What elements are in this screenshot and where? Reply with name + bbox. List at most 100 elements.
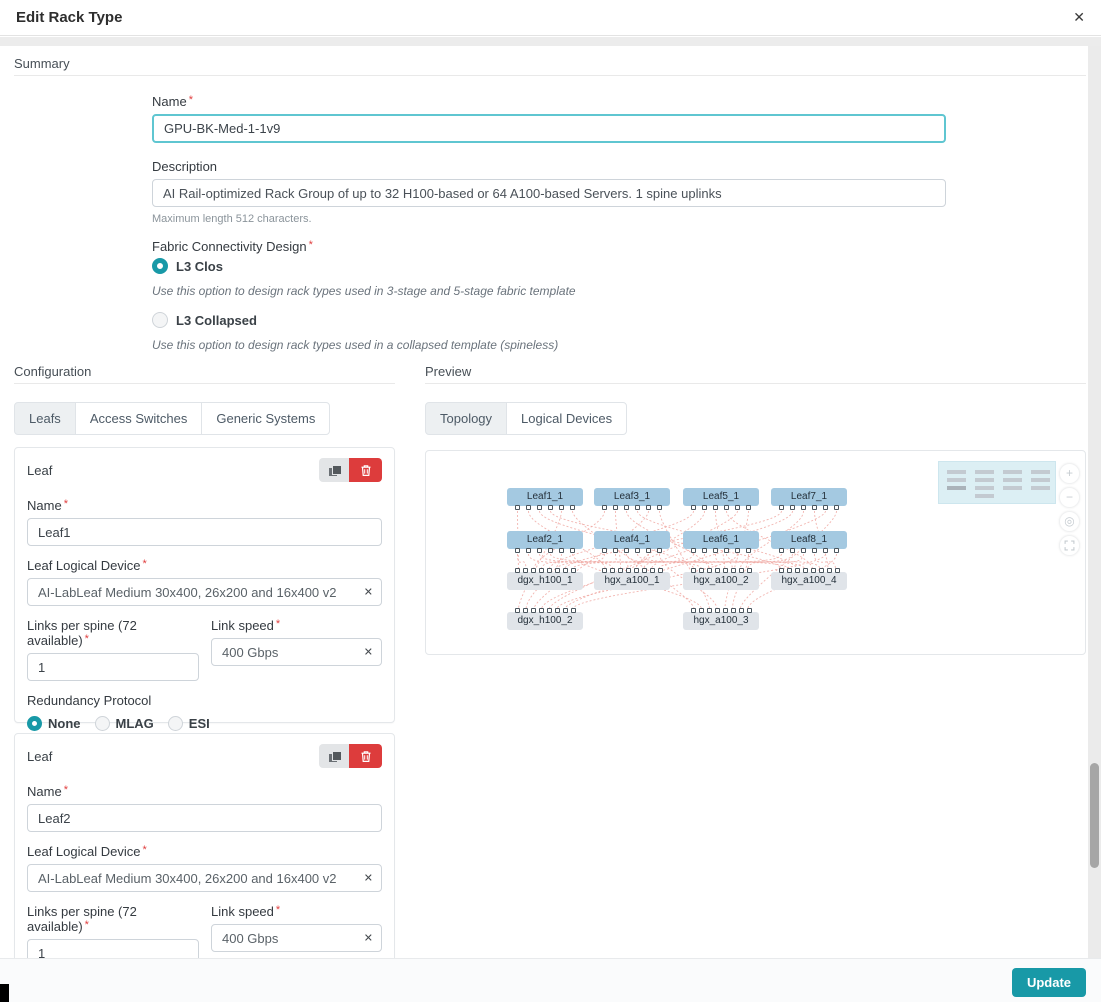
delete-leaf-button[interactable] bbox=[349, 744, 382, 768]
port-icon bbox=[635, 505, 640, 510]
scrollbar-thumb[interactable] bbox=[1090, 763, 1099, 868]
topology-node-label: Leaf1_1 bbox=[507, 488, 583, 506]
zoom-in-icon[interactable]: + bbox=[1059, 463, 1080, 484]
tab-logical-devices[interactable]: Logical Devices bbox=[506, 402, 627, 435]
clear-icon[interactable]: ✕ bbox=[364, 932, 373, 945]
leaf-panel-title: Leaf bbox=[27, 463, 52, 478]
modal-scrollbar[interactable] bbox=[1088, 46, 1101, 958]
leaf-name-input[interactable] bbox=[27, 804, 382, 832]
clear-icon[interactable]: ✕ bbox=[364, 646, 373, 659]
topology-node-leaf[interactable]: Leaf1_1 bbox=[507, 488, 583, 510]
port-icon bbox=[735, 548, 740, 553]
tab-topology[interactable]: Topology bbox=[425, 402, 507, 435]
leaf-logical-device-label: Leaf Logical Device* bbox=[27, 844, 382, 859]
preview-tabs: Topology Logical Devices bbox=[425, 402, 627, 435]
tab-generic-systems[interactable]: Generic Systems bbox=[201, 402, 330, 435]
topology-node-leaf[interactable]: Leaf7_1 bbox=[771, 488, 847, 510]
radio-unselected-icon bbox=[95, 716, 110, 731]
topology-node-server[interactable]: hgx_a100_3 bbox=[683, 608, 759, 630]
radio-redundancy-mlag[interactable]: MLAG bbox=[95, 716, 154, 731]
radio-redundancy-esi[interactable]: ESI bbox=[168, 716, 210, 731]
leaf-name-label: Name* bbox=[27, 498, 382, 513]
summary-form: Name* Description Maximum length 512 cha… bbox=[152, 94, 946, 366]
links-per-spine-input[interactable] bbox=[27, 939, 199, 958]
port-icon bbox=[635, 548, 640, 553]
port-icon bbox=[779, 505, 784, 510]
minimap-bar bbox=[975, 470, 994, 474]
topology-node-label: dgx_h100_1 bbox=[507, 572, 583, 590]
leaf-panel-title: Leaf bbox=[27, 749, 52, 764]
port-icon bbox=[790, 505, 795, 510]
topology-node-server[interactable]: dgx_h100_1 bbox=[507, 568, 583, 590]
port-icon bbox=[657, 548, 662, 553]
topology-node-server[interactable]: hgx_a100_2 bbox=[683, 568, 759, 590]
fullscreen-icon[interactable] bbox=[1059, 535, 1080, 556]
port-icon bbox=[548, 548, 553, 553]
port-icon bbox=[526, 505, 531, 510]
port-icon bbox=[602, 505, 607, 510]
topology-node-server[interactable]: dgx_h100_2 bbox=[507, 608, 583, 630]
topology-node-leaf[interactable]: Leaf6_1 bbox=[683, 531, 759, 553]
link-speed-input[interactable] bbox=[211, 638, 382, 666]
duplicate-leaf-button[interactable] bbox=[319, 744, 349, 768]
topology-canvas[interactable]: Leaf1_1 Leaf3_1 Leaf5_1 Leaf7_1 Leaf2_1 Leaf4… bbox=[425, 450, 1086, 655]
tab-access-switches[interactable]: Access Switches bbox=[75, 402, 203, 435]
delete-leaf-button[interactable] bbox=[349, 458, 382, 482]
port-icon bbox=[570, 505, 575, 510]
update-button[interactable]: Update bbox=[1012, 968, 1086, 997]
radio-selected-icon bbox=[152, 258, 168, 274]
radio-redundancy-none[interactable]: None bbox=[27, 716, 81, 731]
radio-l3-collapsed[interactable]: L3 Collapsed bbox=[152, 312, 946, 328]
topology-node-leaf[interactable]: Leaf3_1 bbox=[594, 488, 670, 510]
topology-node-server[interactable]: hgx_a100_1 bbox=[594, 568, 670, 590]
leaf-name-input[interactable] bbox=[27, 518, 382, 546]
port-icon bbox=[801, 505, 806, 510]
topology-node-leaf[interactable]: Leaf8_1 bbox=[771, 531, 847, 553]
port-icon bbox=[602, 548, 607, 553]
trash-icon bbox=[360, 750, 372, 763]
leaf-logical-device-input[interactable] bbox=[27, 578, 382, 606]
port-icon bbox=[548, 505, 553, 510]
minimap-bar bbox=[975, 494, 994, 498]
link-speed-label: Link speed* bbox=[211, 618, 382, 633]
topology-node-leaf[interactable]: Leaf4_1 bbox=[594, 531, 670, 553]
port-icon bbox=[657, 505, 662, 510]
topology-node-label: Leaf6_1 bbox=[683, 531, 759, 549]
name-input[interactable] bbox=[152, 114, 946, 143]
topology-node-label: hgx_a100_2 bbox=[683, 572, 759, 590]
description-label: Description bbox=[152, 159, 946, 174]
close-icon[interactable]: ✕ bbox=[1073, 9, 1085, 26]
minimap-bar bbox=[947, 486, 966, 490]
leaf-panel-2: Leaf Name* Leaf Logical Device* ✕ bbox=[14, 733, 395, 958]
minimap[interactable] bbox=[938, 461, 1056, 504]
clear-icon[interactable]: ✕ bbox=[364, 872, 373, 885]
modal-footer: Update bbox=[0, 958, 1101, 1002]
edit-rack-type-modal: Edit Rack Type ✕ Summary Name* Descripti… bbox=[0, 0, 1101, 1002]
topology-node-label: Leaf8_1 bbox=[771, 531, 847, 549]
radio-unselected-icon bbox=[168, 716, 183, 731]
topology-node-server[interactable]: hgx_a100_4 bbox=[771, 568, 847, 590]
leaf-logical-device-input[interactable] bbox=[27, 864, 382, 892]
summary-section-title: Summary bbox=[14, 56, 70, 71]
description-help: Maximum length 512 characters. bbox=[152, 213, 946, 225]
port-icon bbox=[790, 548, 795, 553]
links-per-spine-input[interactable] bbox=[27, 653, 199, 681]
zoom-out-icon[interactable]: − bbox=[1059, 487, 1080, 508]
topology-node-label: Leaf5_1 bbox=[683, 488, 759, 506]
port-icon bbox=[646, 505, 651, 510]
links-per-spine-label: Links per spine (72 available)* bbox=[27, 618, 199, 648]
port-icon bbox=[526, 548, 531, 553]
duplicate-leaf-button[interactable] bbox=[319, 458, 349, 482]
link-speed-input[interactable] bbox=[211, 924, 382, 952]
topology-node-leaf[interactable]: Leaf2_1 bbox=[507, 531, 583, 553]
minimap-bar bbox=[975, 486, 994, 490]
header-gap bbox=[0, 37, 1101, 46]
redundancy-protocol-label: Redundancy Protocol bbox=[27, 693, 382, 708]
summary-divider bbox=[14, 75, 1086, 76]
locate-icon[interactable]: ◎ bbox=[1059, 511, 1080, 532]
description-input[interactable] bbox=[152, 179, 946, 207]
radio-l3-clos[interactable]: L3 Clos bbox=[152, 258, 946, 274]
topology-node-leaf[interactable]: Leaf5_1 bbox=[683, 488, 759, 510]
tab-leafs[interactable]: Leafs bbox=[14, 402, 76, 435]
clear-icon[interactable]: ✕ bbox=[364, 586, 373, 599]
